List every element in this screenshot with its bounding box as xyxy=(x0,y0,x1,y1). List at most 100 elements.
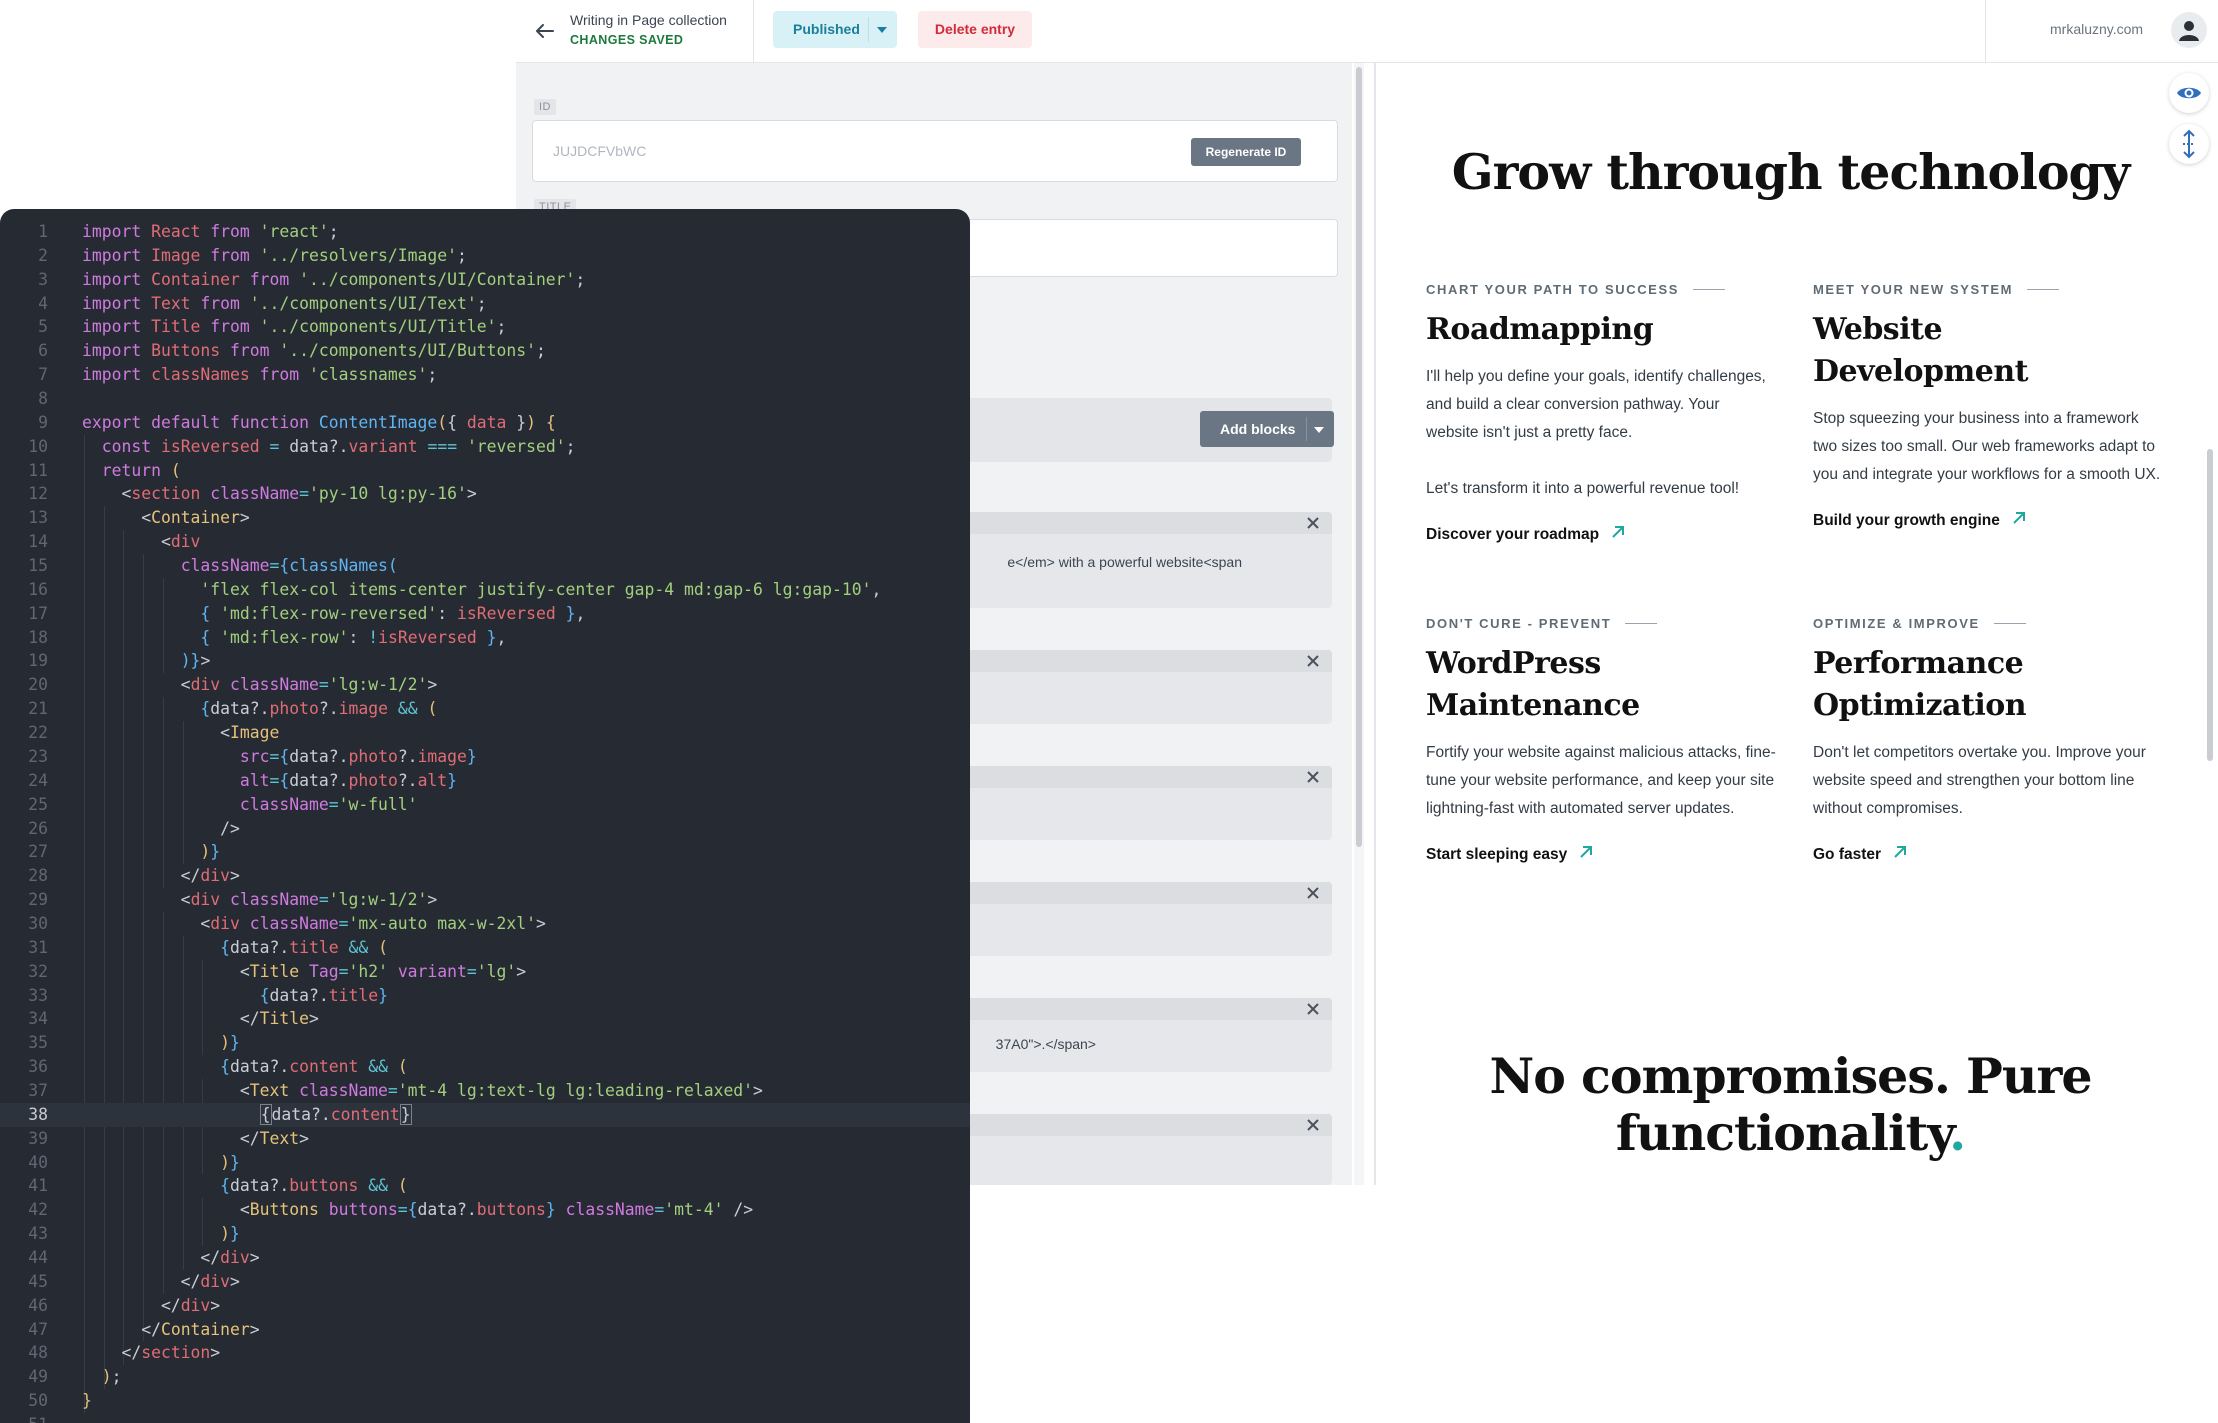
feature-link[interactable]: Build your growth engine xyxy=(1813,511,2163,530)
code-line[interactable]: 5 import Title from '../components/UI/Tit… xyxy=(0,315,970,339)
code-line[interactable]: 2 import Image from '../resolvers/Image'; xyxy=(0,244,970,268)
scrollbar-thumb[interactable] xyxy=(2207,449,2213,761)
code-line[interactable]: 1 import React from 'react'; xyxy=(0,220,970,244)
code-line[interactable]: 14 <div xyxy=(0,530,970,554)
sync-scroll-icon[interactable] xyxy=(2169,124,2209,164)
line-number: 16 xyxy=(28,579,48,599)
feature-body-paragraph: Fortify your website against malicious a… xyxy=(1426,744,1776,817)
code-line[interactable]: 19 )}> xyxy=(0,649,970,673)
line-number: 6 xyxy=(38,341,48,361)
pane-divider[interactable] xyxy=(1374,63,1376,1185)
code-line[interactable]: 44 </div> xyxy=(0,1246,970,1270)
id-field[interactable]: JUJDCFVbWC Regenerate ID xyxy=(532,120,1338,182)
code-line[interactable]: 11 return ( xyxy=(0,459,970,483)
code-line[interactable]: 9 export default function ContentImage({ … xyxy=(0,411,970,435)
code-editor[interactable]: 1 import React from 'react'; 2 import Image… xyxy=(0,209,970,1423)
form-scrollbar[interactable] xyxy=(1354,63,1364,1185)
caret-down-icon[interactable] xyxy=(1314,427,1324,433)
line-number: 5 xyxy=(38,317,48,337)
code-line[interactable]: 21 {data?.photo?.image && ( xyxy=(0,697,970,721)
code-line[interactable]: 3 import Container from '../components/UI… xyxy=(0,268,970,292)
user-icon xyxy=(2179,21,2199,41)
code-line[interactable]: 26 /> xyxy=(0,817,970,841)
code-line[interactable]: 39 </Text> xyxy=(0,1127,970,1151)
code-line[interactable]: 46 </div> xyxy=(0,1294,970,1318)
add-blocks-button[interactable]: Add blocks xyxy=(1200,411,1334,447)
code-line[interactable]: 4 import Text from '../components/UI/Text… xyxy=(0,292,970,316)
code-line[interactable]: 31 {data?.title && ( xyxy=(0,936,970,960)
feature-body: Don't let competitors overtake you. Impr… xyxy=(1813,739,2163,823)
line-number: 43 xyxy=(28,1224,48,1244)
code-line[interactable]: 35 )} xyxy=(0,1031,970,1055)
code-line[interactable]: 28 </div> xyxy=(0,864,970,888)
code-text: </Title> xyxy=(82,1009,319,1029)
code-text: </div> xyxy=(82,1295,221,1315)
code-line[interactable]: 13 <Container> xyxy=(0,506,970,530)
scrollbar-thumb[interactable] xyxy=(1356,67,1362,847)
code-line[interactable]: 20 <div className='lg:w-1/2'> xyxy=(0,673,970,697)
regenerate-id-button[interactable]: Regenerate ID xyxy=(1191,138,1301,166)
code-line[interactable]: 18 { 'md:flex-row': !isReversed }, xyxy=(0,626,970,650)
code-line[interactable]: 48 </section> xyxy=(0,1341,970,1365)
code-line[interactable]: 25 className='w-full' xyxy=(0,793,970,817)
code-text: </Text> xyxy=(82,1128,309,1148)
code-text: <div xyxy=(82,532,201,552)
code-line[interactable]: 29 <div className='lg:w-1/2'> xyxy=(0,888,970,912)
line-number: 19 xyxy=(28,651,48,671)
feature-link[interactable]: Go faster xyxy=(1813,845,2163,864)
code-line[interactable]: 23 src={data?.photo?.image} xyxy=(0,745,970,769)
close-icon[interactable] xyxy=(1302,650,1324,672)
code-line[interactable]: 6 import Buttons from '../components/UI/B… xyxy=(0,339,970,363)
code-line[interactable]: 51 xyxy=(0,1413,970,1423)
close-icon[interactable] xyxy=(1302,512,1324,534)
code-line[interactable]: 22 <Image xyxy=(0,721,970,745)
code-line[interactable]: 45 </div> xyxy=(0,1270,970,1294)
code-line[interactable]: 15 className={classNames( xyxy=(0,554,970,578)
feature-card: MEET YOUR NEW SYSTEM Website Development… xyxy=(1813,282,2163,530)
code-line[interactable]: 7 import classNames from 'classnames'; xyxy=(0,363,970,387)
code-line[interactable]: 10 const isReversed = data?.variant === … xyxy=(0,435,970,459)
user-name[interactable]: mrkaluzny.com xyxy=(2050,21,2143,37)
published-dropdown-button[interactable]: Published xyxy=(773,11,897,48)
code-line[interactable]: 41 {data?.buttons && ( xyxy=(0,1174,970,1198)
code-line[interactable]: 32 <Title Tag='h2' variant='lg'> xyxy=(0,960,970,984)
close-icon[interactable] xyxy=(1302,766,1324,788)
code-line[interactable]: 8 xyxy=(0,387,970,411)
delete-entry-button[interactable]: Delete entry xyxy=(918,11,1032,48)
code-line[interactable]: 50} xyxy=(0,1389,970,1413)
feature-link[interactable]: Start sleeping easy xyxy=(1426,845,1776,864)
caret-down-icon[interactable] xyxy=(877,27,887,33)
code-line[interactable]: 24 alt={data?.photo?.alt} xyxy=(0,769,970,793)
close-icon[interactable] xyxy=(1302,1114,1324,1136)
code-text: import Text from '../components/UI/Text'… xyxy=(82,293,487,313)
code-line[interactable]: 34 </Title> xyxy=(0,1007,970,1031)
code-line[interactable]: 36 {data?.content && ( xyxy=(0,1055,970,1079)
code-line[interactable]: 17 { 'md:flex-row-reversed': isReversed … xyxy=(0,602,970,626)
eye-icon[interactable] xyxy=(2169,73,2209,113)
code-line[interactable]: 42 <Buttons buttons={data?.buttons} clas… xyxy=(0,1198,970,1222)
feature-body-paragraph: Don't let competitors overtake you. Impr… xyxy=(1813,744,2146,817)
feature-link[interactable]: Discover your roadmap xyxy=(1426,525,1776,544)
back-arrow-icon[interactable] xyxy=(530,16,560,46)
code-line[interactable]: 38 {data?.content} xyxy=(0,1102,970,1127)
code-line[interactable]: 27 )} xyxy=(0,840,970,864)
code-line[interactable]: 43 )} xyxy=(0,1222,970,1246)
code-line[interactable]: 12 <section className='py-10 lg:py-16'> xyxy=(0,482,970,506)
line-number: 49 xyxy=(28,1367,48,1387)
code-line[interactable]: 47 </Container> xyxy=(0,1318,970,1342)
code-line[interactable]: 40 )} xyxy=(0,1151,970,1175)
code-line[interactable]: 30 <div className='mx-auto max-w-2xl'> xyxy=(0,912,970,936)
code-line[interactable]: 16 'flex flex-col items-center justify-c… xyxy=(0,578,970,602)
preview-scrollbar[interactable] xyxy=(2203,63,2218,1185)
header-divider xyxy=(753,0,754,62)
code-line[interactable]: 37 <Text className='mt-4 lg:text-lg lg:l… xyxy=(0,1079,970,1103)
avatar[interactable] xyxy=(2171,12,2207,48)
feature-title: Website Development xyxy=(1813,312,2029,389)
code-line[interactable]: 33 {data?.title} xyxy=(0,984,970,1008)
code-line[interactable]: 49 ); xyxy=(0,1365,970,1389)
code-text: ); xyxy=(101,1367,122,1387)
close-icon[interactable] xyxy=(1302,998,1324,1020)
feature-eyebrow: OPTIMIZE & IMPROVE xyxy=(1813,616,2163,631)
close-icon[interactable] xyxy=(1302,882,1324,904)
line-number: 50 xyxy=(28,1391,48,1411)
